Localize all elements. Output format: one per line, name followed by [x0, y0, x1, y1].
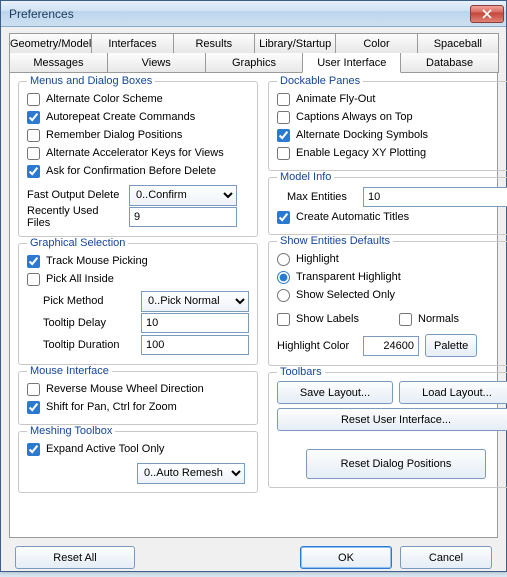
window-title: Preferences [9, 7, 470, 21]
pick-method-label: Pick Method [43, 295, 135, 307]
chk-confirm-delete[interactable] [27, 165, 40, 178]
chk-label: Autorepeat Create Commands [46, 111, 195, 123]
chk-remember-positions[interactable] [27, 129, 40, 142]
group-title: Show Entities Defaults [277, 235, 393, 247]
max-entities-input[interactable] [363, 187, 507, 207]
chk-label: Shift for Pan, Ctrl for Zoom [46, 401, 177, 413]
dialog-button-bar: Reset All OK Cancel [9, 538, 498, 569]
group-title: Menus and Dialog Boxes [27, 75, 155, 87]
close-icon [482, 9, 492, 19]
group-mouse-interface: Mouse Interface Reverse Mouse Wheel Dire… [18, 371, 258, 425]
group-title: Mouse Interface [27, 365, 112, 377]
tooltip-delay-label: Tooltip Delay [43, 317, 135, 329]
recent-files-input[interactable] [129, 207, 237, 227]
highlight-color-input[interactable] [363, 336, 419, 356]
max-entities-label: Max Entities [287, 191, 357, 203]
group-meshing-toolbox: Meshing Toolbox Expand Active Tool Only … [18, 431, 258, 493]
chk-alt-docking[interactable] [277, 129, 290, 142]
save-layout-button[interactable]: Save Layout... [277, 381, 393, 404]
tooltip-duration-label: Tooltip Duration [43, 339, 135, 351]
group-title: Graphical Selection [27, 237, 128, 249]
titlebar[interactable]: Preferences [1, 1, 506, 27]
chk-label: Track Mouse Picking [46, 255, 148, 267]
chk-label: Pick All Inside [46, 273, 114, 285]
radio-show-selected-only[interactable] [277, 289, 290, 302]
tab-strip: Geometry/Model Interfaces Results Librar… [9, 33, 498, 538]
load-layout-button[interactable]: Load Layout... [399, 381, 507, 404]
chk-legacy-xy[interactable] [277, 147, 290, 160]
tab-graphics[interactable]: Graphics [205, 53, 304, 73]
chk-label: Alternate Docking Symbols [296, 129, 428, 141]
palette-button[interactable]: Palette [425, 334, 477, 357]
chk-label: Expand Active Tool Only [46, 443, 164, 455]
group-graphical-selection: Graphical Selection Track Mouse Picking … [18, 243, 258, 365]
chk-label: Show Labels [296, 313, 359, 325]
chk-expand-active[interactable] [27, 443, 40, 456]
chk-alt-accelerator[interactable] [27, 147, 40, 160]
tooltip-duration-input[interactable] [141, 335, 249, 355]
chk-pick-all-inside[interactable] [27, 273, 40, 286]
radio-label: Highlight [296, 253, 339, 265]
chk-alt-color-scheme[interactable] [27, 93, 40, 106]
pick-method-combo[interactable]: 0..Pick Normal [141, 291, 249, 312]
chk-auto-titles[interactable] [277, 211, 290, 224]
chk-normals[interactable] [399, 313, 412, 326]
group-model-info: Model Info Max Entities Create Automatic… [268, 177, 507, 235]
radio-label: Transparent Highlight [296, 271, 401, 283]
chk-label: Normals [418, 313, 459, 325]
highlight-color-label: Highlight Color [277, 340, 357, 352]
tooltip-delay-input[interactable] [141, 313, 249, 333]
tab-views[interactable]: Views [107, 53, 206, 73]
tab-messages[interactable]: Messages [9, 53, 108, 73]
chk-track-mouse[interactable] [27, 255, 40, 268]
preferences-window: Preferences Geometry/Model Interfaces Re… [0, 0, 507, 572]
group-title: Dockable Panes [277, 75, 363, 87]
tab-panel-user-interface: Menus and Dialog Boxes Alternate Color S… [9, 72, 498, 538]
group-title: Toolbars [277, 366, 325, 378]
tab-database[interactable]: Database [400, 53, 499, 73]
chk-label: Captions Always on Top [296, 111, 413, 123]
chk-captions-top[interactable] [277, 111, 290, 124]
close-button[interactable] [470, 5, 504, 23]
chk-label: Reverse Mouse Wheel Direction [46, 383, 204, 395]
tab-results[interactable]: Results [173, 33, 255, 53]
tab-color[interactable]: Color [335, 33, 417, 53]
reset-all-button[interactable]: Reset All [15, 546, 135, 569]
group-menus-dialogs: Menus and Dialog Boxes Alternate Color S… [18, 81, 258, 237]
group-title: Meshing Toolbox [27, 425, 115, 437]
chk-show-labels[interactable] [277, 313, 290, 326]
cancel-button[interactable]: Cancel [400, 546, 492, 569]
radio-transparent-highlight[interactable] [277, 271, 290, 284]
chk-label: Create Automatic Titles [296, 211, 409, 223]
group-dockable-panes: Dockable Panes Animate Fly-Out Captions … [268, 81, 507, 171]
chk-label: Alternate Color Scheme [46, 93, 163, 105]
chk-autorepeat-create[interactable] [27, 111, 40, 124]
tab-geometry-model[interactable]: Geometry/Model [9, 33, 92, 53]
radio-highlight[interactable] [277, 253, 290, 266]
chk-label: Animate Fly-Out [296, 93, 375, 105]
tab-library-startup[interactable]: Library/Startup [254, 33, 336, 53]
chk-label: Remember Dialog Positions [46, 129, 182, 141]
remesh-combo[interactable]: 0..Auto Remesh [137, 463, 245, 484]
fast-output-combo[interactable]: 0..Confirm [129, 185, 237, 206]
recent-files-label: Recently Used Files [27, 205, 123, 229]
tab-user-interface[interactable]: User Interface [302, 53, 401, 73]
fast-output-label: Fast Output Delete [27, 189, 123, 201]
chk-label: Ask for Confirmation Before Delete [46, 165, 216, 177]
tab-interfaces[interactable]: Interfaces [91, 33, 173, 53]
chk-reverse-wheel[interactable] [27, 383, 40, 396]
tab-spaceball[interactable]: Spaceball [417, 33, 499, 53]
ok-button[interactable]: OK [300, 546, 392, 569]
chk-shift-pan[interactable] [27, 401, 40, 414]
chk-label: Alternate Accelerator Keys for Views [46, 147, 224, 159]
group-toolbars: Toolbars Save Layout... Load Layout... R… [268, 372, 507, 488]
chk-animate-flyout[interactable] [277, 93, 290, 106]
chk-label: Enable Legacy XY Plotting [296, 147, 426, 159]
group-title: Model Info [277, 171, 334, 183]
reset-dialog-positions-button[interactable]: Reset Dialog Positions [306, 449, 486, 479]
radio-label: Show Selected Only [296, 289, 395, 301]
group-show-entities: Show Entities Defaults Highlight Transpa… [268, 241, 507, 366]
reset-ui-button[interactable]: Reset User Interface... [277, 408, 507, 431]
